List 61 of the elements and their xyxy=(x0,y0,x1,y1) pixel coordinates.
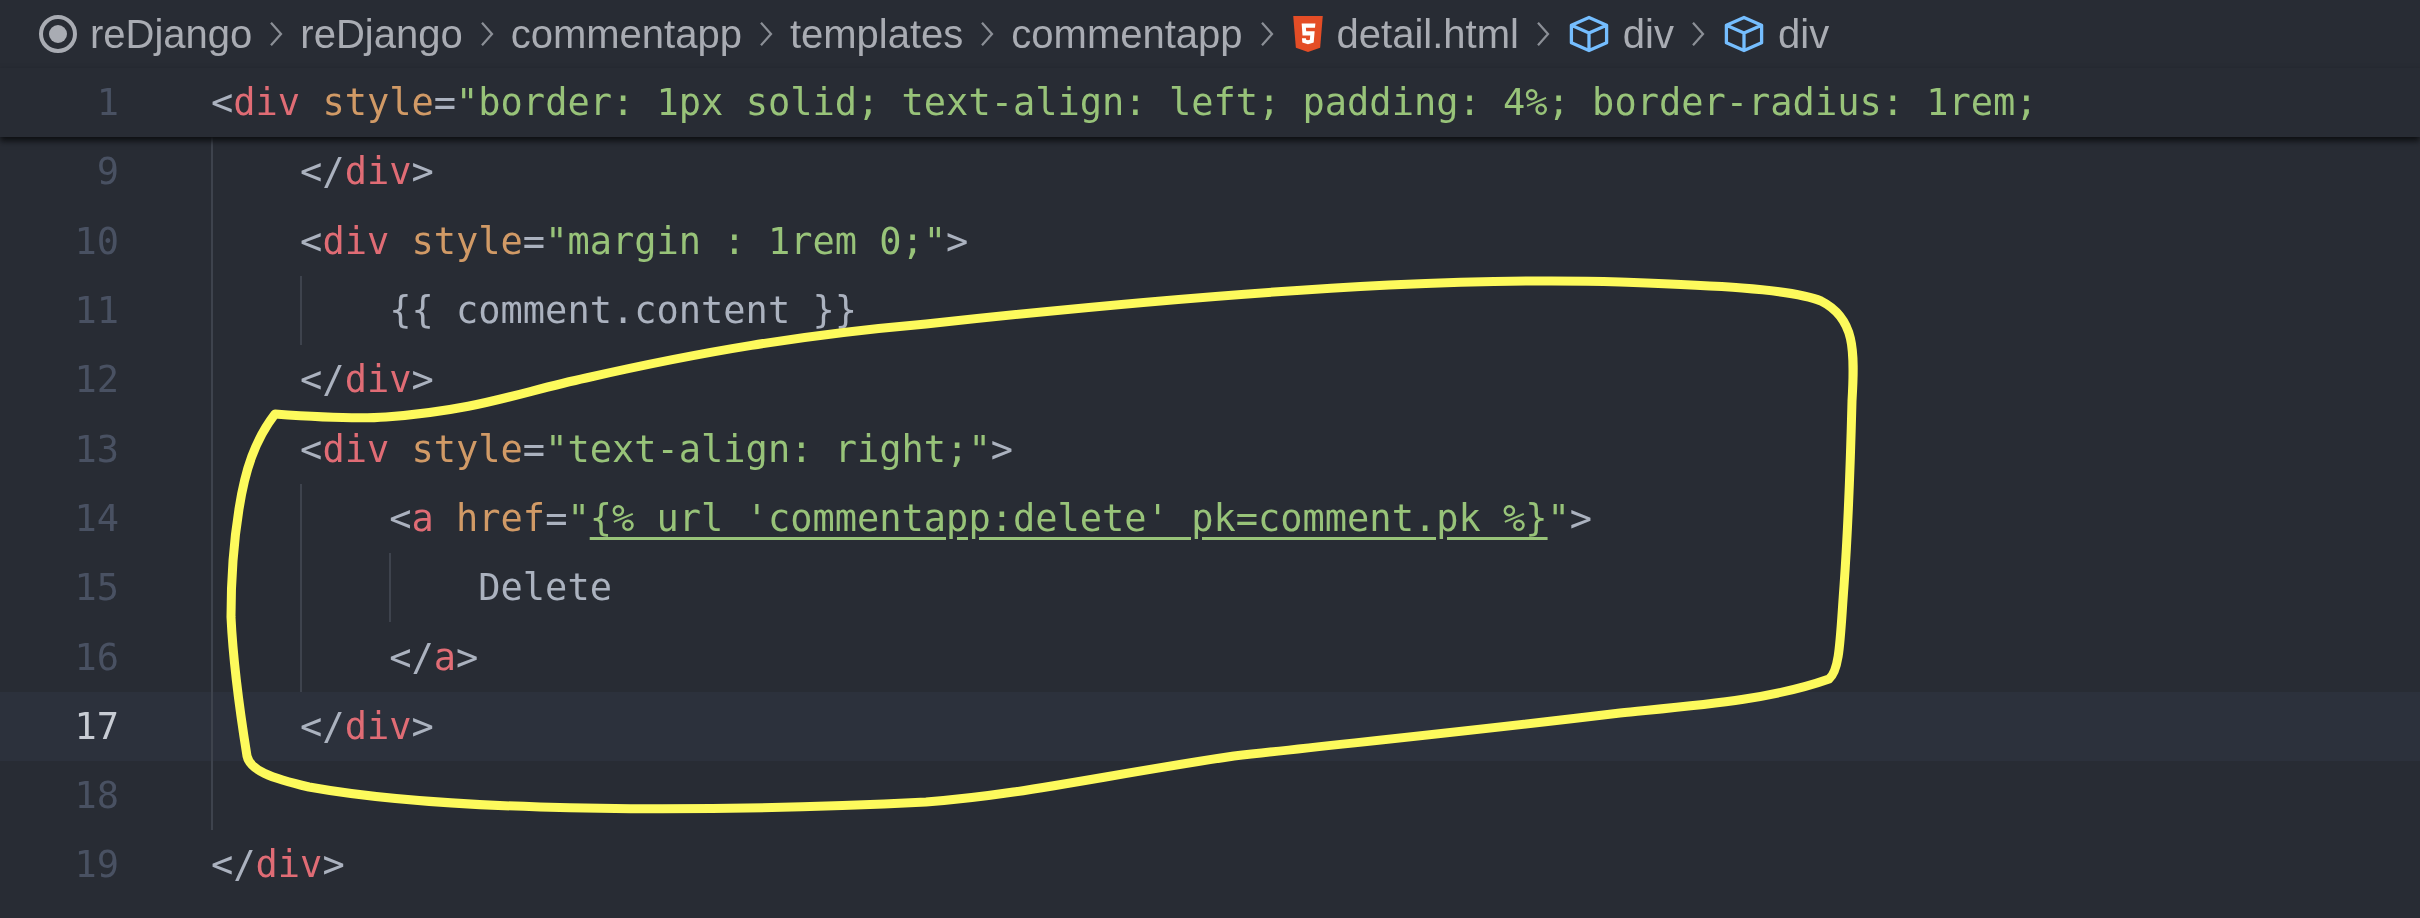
code-string: " xyxy=(1547,495,1570,542)
chevron-icon xyxy=(268,19,285,49)
code-punctuation: </ xyxy=(300,149,345,196)
breadcrumb-item[interactable]: templates xyxy=(789,11,964,57)
chevron-icon xyxy=(757,19,774,49)
code-punctuation: > xyxy=(322,842,345,889)
code-punctuation: > xyxy=(411,703,434,750)
cube-icon xyxy=(1722,14,1766,54)
code-attribute: href xyxy=(455,495,546,542)
code-punctuation: < xyxy=(389,495,412,542)
code-punctuation: < xyxy=(211,80,234,127)
breadcrumb-item[interactable]: commentapp xyxy=(510,11,742,57)
code-string: "text-align: right;" xyxy=(545,426,991,473)
code-tag: div xyxy=(255,830,323,900)
code-tag: div xyxy=(322,206,390,276)
code-punctuation: > xyxy=(1569,495,1593,542)
code-string: "margin : 1rem 0;" xyxy=(545,218,947,265)
code-punctuation: </ xyxy=(300,703,345,750)
code-text: {{ comment.content }} xyxy=(389,288,857,335)
code-tag: div xyxy=(322,414,390,484)
code-text: Delete xyxy=(478,565,612,612)
chevron-icon xyxy=(1534,19,1551,49)
chevron-icon xyxy=(1258,19,1275,49)
chevron-icon xyxy=(1690,19,1706,49)
code-punctuation: < xyxy=(300,426,323,473)
code-attribute: style xyxy=(410,426,523,473)
code-punctuation: </ xyxy=(300,357,345,404)
code-tag: a xyxy=(411,483,434,554)
code-link[interactable]: {% url 'commentapp:delete' pk=comment.pk %} xyxy=(589,483,1548,554)
code-tag: div xyxy=(344,345,412,415)
target-icon xyxy=(38,14,78,54)
breadcrumb-item[interactable]: div xyxy=(1622,11,1674,57)
code-punctuation: < xyxy=(300,218,323,265)
code-punctuation: > xyxy=(456,634,479,681)
code-tag: a xyxy=(433,622,457,692)
code-punctuation: </ xyxy=(389,634,434,681)
chevron-icon xyxy=(979,19,996,49)
code-string: "border: 1px solid; text-align: left; padding: 4%; border-radius: 1rem; xyxy=(456,80,2038,127)
code-attribute: style xyxy=(321,80,434,127)
code-punctuation: > xyxy=(411,149,434,196)
line-number: 17 xyxy=(73,704,120,748)
breadcrumb-item[interactable]: reDjango xyxy=(90,11,253,57)
code-attribute: style xyxy=(410,218,523,265)
code-punctuation: = xyxy=(545,495,568,542)
html5-icon xyxy=(1290,15,1325,53)
code-tag: div xyxy=(344,691,412,761)
code-punctuation: = xyxy=(522,426,546,473)
chevron-icon xyxy=(478,19,495,49)
code-punctuation: </ xyxy=(211,842,256,889)
code-punctuation: > xyxy=(946,218,969,265)
code-string: " xyxy=(567,495,590,542)
breadcrumb-item[interactable]: commentapp xyxy=(1011,11,1243,57)
breadcrumb-item[interactable]: detail.html xyxy=(1336,11,1519,57)
breadcrumb-item[interactable]: reDjango xyxy=(300,11,463,57)
breadcrumb-item[interactable]: div xyxy=(1778,11,1830,57)
code-tag: div xyxy=(344,137,412,207)
code-tag: div xyxy=(233,68,301,138)
code-punctuation: > xyxy=(411,357,434,404)
code-punctuation: = xyxy=(433,80,457,127)
code-punctuation: = xyxy=(522,218,546,265)
code-punctuation: > xyxy=(990,426,1013,473)
